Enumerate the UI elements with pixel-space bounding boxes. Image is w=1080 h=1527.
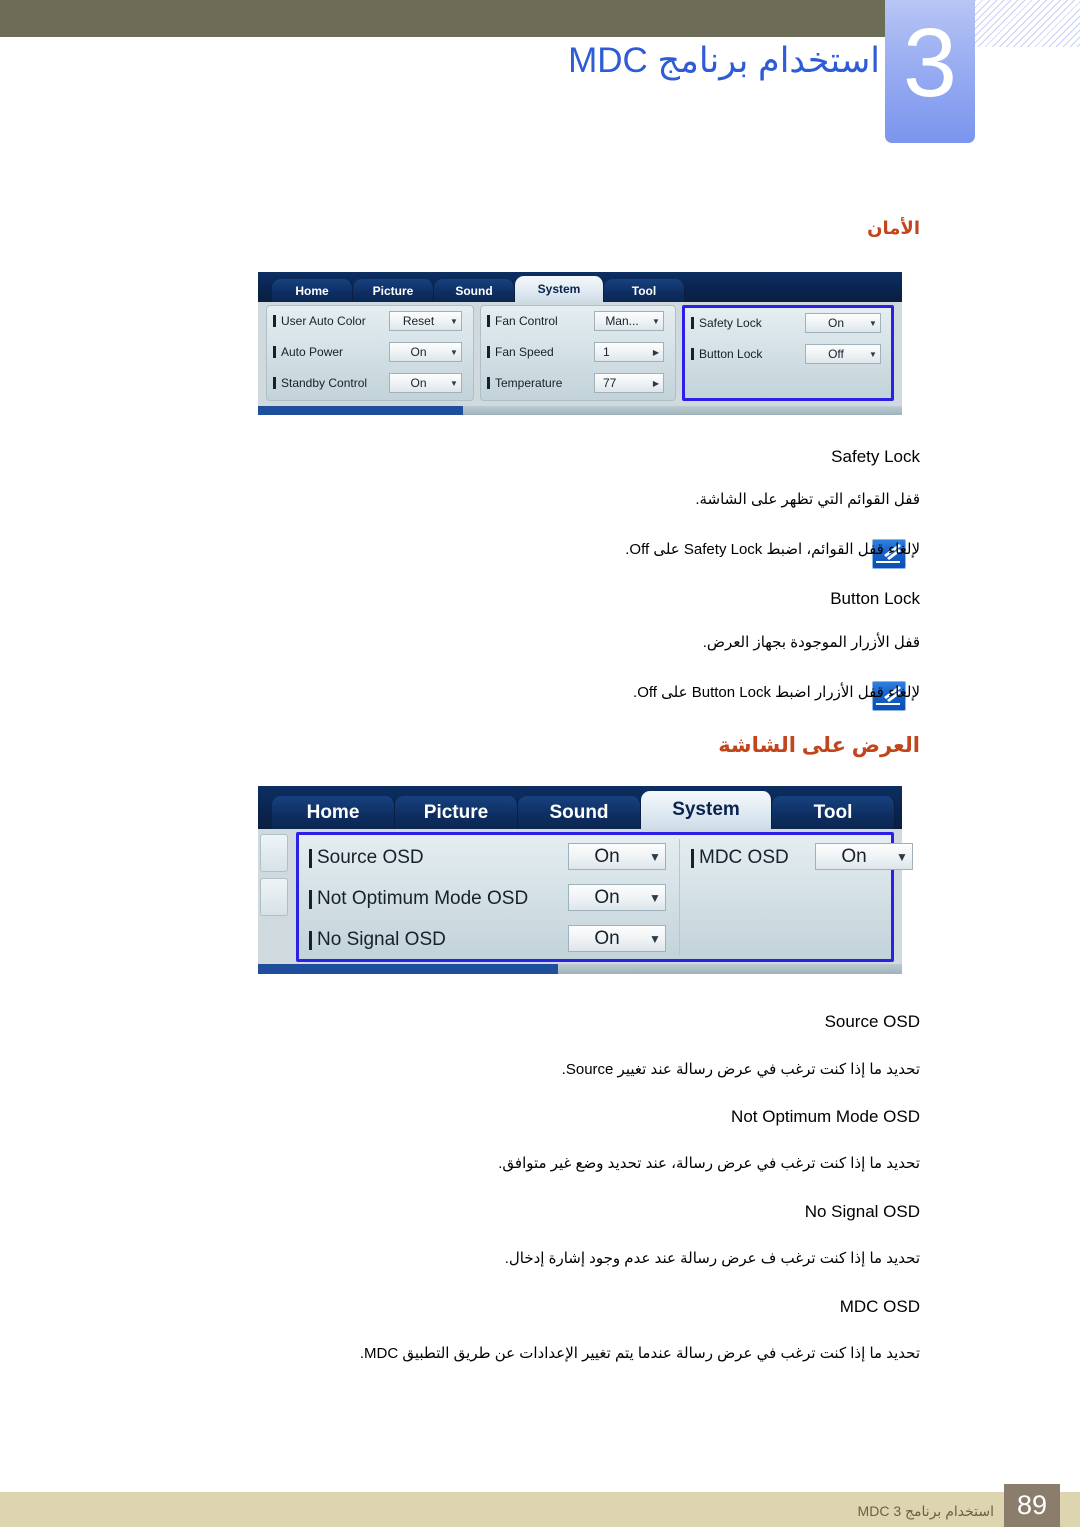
chevron-down-icon: ▼ xyxy=(652,316,660,326)
term-no-signal-osd: No Signal OSD xyxy=(804,1202,920,1221)
header-olive-bar xyxy=(0,0,895,37)
field-label-temperature: Temperature xyxy=(487,376,562,390)
tab-home-1[interactable]: Home xyxy=(272,279,353,302)
field-value-no-signal-osd: On xyxy=(594,927,620,949)
term-mdc-osd: MDC OSD xyxy=(839,1297,920,1316)
chapter-number-badge: 3 xyxy=(885,0,975,143)
field-value-standby-control: On xyxy=(410,376,427,390)
mdc-pane-general: User Auto Color Reset ▼ Auto Power On ▼ … xyxy=(266,305,474,401)
desc-not-optimum-mode-osd: تحديد ما إذا كنت ترغب في عرض رسالة، عند … xyxy=(498,1155,920,1172)
field-control-not-optimum-mode-osd[interactable]: On ▼ xyxy=(568,884,666,911)
field-control-button-lock[interactable]: Off ▼ xyxy=(805,344,881,364)
chapter-title: استخدام برنامج MDC xyxy=(568,41,880,80)
mdc-statusbar-2 xyxy=(258,964,902,974)
tab-home-2[interactable]: Home xyxy=(272,796,395,829)
desc-no-signal-osd: تحديد ما إذا كنت ترغب ف عرض رسالة عند عد… xyxy=(504,1250,920,1267)
field-value-mdc-osd: On xyxy=(841,845,867,867)
field-label-standby-control: Standby Control xyxy=(273,376,367,390)
section-heading-osd: العرض على الشاشة xyxy=(718,734,920,757)
field-label-button-lock: Button Lock xyxy=(691,347,762,361)
note-button-lock: لإلغاء قفل الأزرار اضبط Button Lock على … xyxy=(633,684,920,701)
chevron-down-icon: ▼ xyxy=(896,849,908,864)
mdc-pane-osd-highlighted: Source OSD On ▼ Not Optimum Mode OSD On … xyxy=(296,832,913,962)
mdc-system-tab-screenshot-osd: Home Picture Sound System Tool Source OS… xyxy=(258,786,913,974)
field-control-fan-control[interactable]: Man... ▼ xyxy=(594,311,664,331)
mdc-pane-divider xyxy=(679,839,680,955)
mdc-system-tab-screenshot-security: Home Picture Sound System Tool User Auto… xyxy=(258,272,902,415)
tab-picture-2[interactable]: Picture xyxy=(395,796,518,829)
mdc-tab-list-1: Home Picture Sound System Tool xyxy=(258,272,902,302)
desc-mdc-osd: تحديد ما إذا كنت ترغب في عرض رسالة عندما… xyxy=(359,1345,920,1362)
mdc-statusbar-accent-2 xyxy=(258,964,558,974)
field-label-no-signal-osd: No Signal OSD xyxy=(309,929,446,951)
field-value-button-lock: Off xyxy=(828,347,844,361)
field-control-no-signal-osd[interactable]: On ▼ xyxy=(568,925,666,952)
chevron-down-icon: ▼ xyxy=(649,849,661,864)
term-source-osd: Source OSD xyxy=(824,1012,920,1031)
tab-picture-1[interactable]: Picture xyxy=(353,279,434,302)
tab-system-2[interactable]: System xyxy=(641,791,772,829)
chevron-down-icon: ▼ xyxy=(649,890,661,905)
term-safety-lock: Safety Lock xyxy=(831,447,920,466)
mdc-tab-list-2: Home Picture Sound System Tool xyxy=(258,786,902,829)
footer-breadcrumb: استخدام برنامج MDC 3 xyxy=(857,1503,994,1519)
field-label-fan-speed: Fan Speed xyxy=(487,345,554,359)
term-not-optimum-mode-osd: Not Optimum Mode OSD xyxy=(731,1107,920,1126)
tab-sound-2[interactable]: Sound xyxy=(518,796,641,829)
field-value-fan-control: Man... xyxy=(605,314,639,328)
desc-safety-lock: قفل القوائم التي تظهر على الشاشة. xyxy=(695,491,920,508)
field-value-not-optimum-mode-osd: On xyxy=(594,886,620,908)
field-control-source-osd[interactable]: On ▼ xyxy=(568,843,666,870)
field-control-safety-lock[interactable]: On ▼ xyxy=(805,313,881,333)
desc-button-lock: قفل الأزرار الموجودة بجهاز العرض. xyxy=(702,634,920,651)
field-value-safety-lock: On xyxy=(827,316,844,330)
mdc-tabbar-1: Home Picture Sound System Tool xyxy=(258,272,902,302)
field-control-user-auto-color[interactable]: Reset ▼ xyxy=(389,311,462,331)
field-control-temperature[interactable]: 77 ▶ xyxy=(594,373,664,393)
field-value-fan-speed: 1 xyxy=(603,345,610,359)
field-label-mdc-osd: MDC OSD xyxy=(691,847,789,869)
term-button-lock: Button Lock xyxy=(830,589,920,608)
mdc-statusbar-1 xyxy=(258,406,902,415)
mdc-pane-lock-highlighted: Safety Lock On ▼ Button Lock Off ▼ xyxy=(682,305,894,401)
mdc-pane-fan: Fan Control Man... ▼ Fan Speed 1 ▶ Tempe… xyxy=(480,305,676,401)
chevron-down-icon: ▼ xyxy=(869,349,877,359)
field-value-temperature: 77 xyxy=(603,376,617,390)
field-value-auto-power: On xyxy=(410,345,427,359)
tab-sound-1[interactable]: Sound xyxy=(434,279,515,302)
field-value-user-auto-color: Reset xyxy=(402,314,435,328)
field-control-standby-control[interactable]: On ▼ xyxy=(389,373,462,393)
field-label-fan-control: Fan Control xyxy=(487,314,558,328)
section-heading-security: الأمان xyxy=(867,218,920,238)
tab-system-1[interactable]: System xyxy=(515,276,604,302)
field-control-auto-power[interactable]: On ▼ xyxy=(389,342,462,362)
chevron-right-icon: ▶ xyxy=(652,347,660,357)
chevron-down-icon: ▼ xyxy=(450,316,458,326)
field-label-not-optimum-mode-osd: Not Optimum Mode OSD xyxy=(309,888,528,910)
field-label-user-auto-color: User Auto Color xyxy=(273,314,366,328)
field-label-source-osd: Source OSD xyxy=(309,847,424,869)
field-value-source-osd: On xyxy=(594,845,620,867)
desc-source-osd: تحديد ما إذا كنت ترغب في عرض رسالة عند ت… xyxy=(561,1061,920,1078)
mdc-statusbar-accent-1 xyxy=(258,406,463,415)
mdc-partial-control-left-b xyxy=(260,878,288,916)
field-label-auto-power: Auto Power xyxy=(273,345,343,359)
header-diagonal-stripes-decoration xyxy=(975,0,1080,47)
mdc-tabbar-2: Home Picture Sound System Tool xyxy=(258,786,902,829)
tab-tool-2[interactable]: Tool xyxy=(772,796,895,829)
tab-tool-1[interactable]: Tool xyxy=(604,279,685,302)
chevron-down-icon: ▼ xyxy=(450,378,458,388)
mdc-partial-control-left-a xyxy=(260,834,288,872)
field-control-fan-speed[interactable]: 1 ▶ xyxy=(594,342,664,362)
note-safety-lock: لإلغاء قفل القوائم، اضبط Safety Lock على… xyxy=(625,541,920,558)
chevron-down-icon: ▼ xyxy=(649,931,661,946)
field-control-mdc-osd[interactable]: On ▼ xyxy=(815,843,913,870)
page-number-badge: 89 xyxy=(1004,1484,1060,1527)
field-label-safety-lock: Safety Lock xyxy=(691,316,762,330)
chevron-right-icon: ▶ xyxy=(652,378,660,388)
chapter-number: 3 xyxy=(903,8,957,117)
chevron-down-icon: ▼ xyxy=(450,347,458,357)
chevron-down-icon: ▼ xyxy=(869,318,877,328)
